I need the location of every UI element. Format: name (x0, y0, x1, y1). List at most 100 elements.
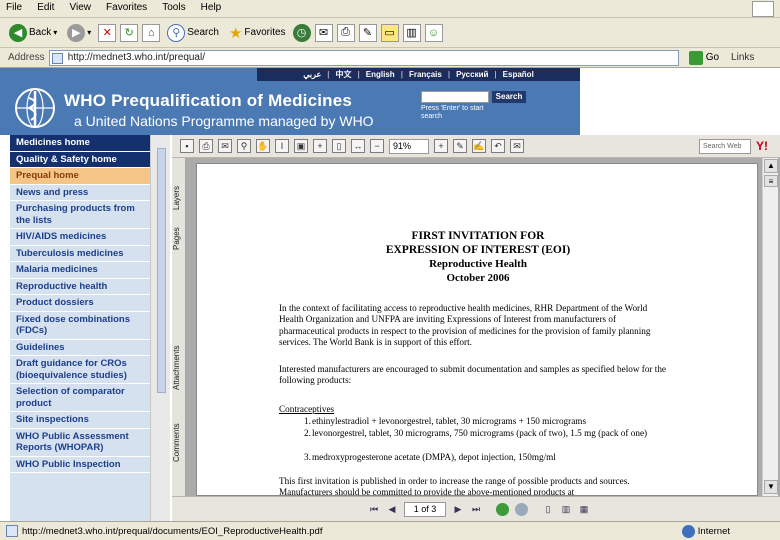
status-bar: http://mednet3.who.int/prequal/documents… (0, 521, 780, 540)
print-pdf-icon[interactable]: ⎙ (199, 139, 213, 153)
page-number-field[interactable]: 1 of 3 (404, 501, 446, 517)
previous-view-icon[interactable] (496, 502, 509, 516)
scroll-thumb[interactable]: ≡ (764, 175, 778, 187)
sidebar-item[interactable]: Reproductive health (10, 279, 150, 295)
sidebar-item[interactable]: Purchasing products from the lists (10, 201, 150, 229)
search-help-text: Press 'Enter' to start search (421, 105, 484, 120)
sign-icon[interactable]: ✍ (472, 139, 486, 153)
continuous-layout-icon[interactable]: ▥ (560, 503, 572, 515)
back-button[interactable]: ◀ Back ▾ (6, 21, 60, 45)
sidebar-item[interactable]: Quality & Safety home (10, 151, 150, 168)
lang-spanish[interactable]: Español (503, 70, 534, 79)
stop-icon[interactable]: ✕ (98, 23, 117, 42)
rotate-icon[interactable]: ↶ (491, 139, 505, 153)
messenger-icon[interactable]: ☺ (424, 23, 443, 42)
sidebar-scroll-thumb[interactable] (157, 148, 166, 393)
sidebar-item[interactable]: HIV/AIDS medicines (10, 229, 150, 246)
next-view-icon[interactable] (515, 502, 528, 516)
page-icon (51, 52, 63, 64)
sidebar-item[interactable]: Fixed dose combinations (FDCs) (10, 312, 150, 340)
zoom-in-icon[interactable]: + (313, 139, 327, 153)
actual-size-icon[interactable]: ▯ (332, 139, 346, 153)
page-layout-icon[interactable]: ▯ (542, 503, 554, 515)
folder-icon[interactable]: ▭ (380, 23, 399, 42)
menu-help[interactable]: Help (195, 0, 228, 15)
site-search-button[interactable]: Search (492, 91, 526, 103)
sidebar-item[interactable]: Selection of comparator product (10, 384, 150, 412)
comment-icon[interactable]: ✉ (510, 139, 524, 153)
sidebar-item[interactable]: WHO Public Assessment Reports (WHOPAR) (10, 429, 150, 457)
sidebar-item[interactable]: Prequal home (10, 168, 150, 185)
doc-section-heading: Contraceptives (279, 404, 335, 414)
yahoo-icon[interactable]: Y! (756, 139, 768, 153)
favorites-button[interactable]: ★ Favorites (226, 21, 289, 45)
zoom-plus-icon[interactable]: + (434, 139, 448, 153)
tab-pages[interactable]: Pages (172, 220, 186, 258)
sidebar-item[interactable]: Tuberculosis medicines (10, 246, 150, 262)
lang-chinese[interactable]: 中文 (336, 69, 352, 80)
history-icon[interactable]: ◷ (292, 23, 311, 42)
who-logo[interactable] (10, 86, 60, 132)
lang-russian[interactable]: Русский (456, 70, 488, 79)
forward-arrow-icon: ▶ (67, 23, 86, 42)
lang-french[interactable]: Français (409, 70, 442, 79)
sidebar-item[interactable]: Product dossiers (10, 295, 150, 312)
back-dropdown-icon[interactable]: ▾ (53, 28, 57, 37)
sidebar-item[interactable]: News and press (10, 185, 150, 201)
tab-comments[interactable]: Comments (172, 420, 186, 466)
refresh-icon[interactable]: ↻ (120, 23, 139, 42)
facing-layout-icon[interactable]: ▦ (578, 503, 590, 515)
research-icon[interactable]: ▥ (402, 23, 421, 42)
scroll-down-icon[interactable]: ▼ (764, 480, 778, 494)
doc-list-text: levonorgestrel, tablet, 30 micrograms, 7… (312, 428, 648, 438)
mail-icon[interactable]: ✉ (314, 23, 333, 42)
forward-button[interactable]: ▶ ▾ (64, 21, 94, 45)
menu-tools[interactable]: Tools (156, 0, 191, 15)
select-text-icon[interactable]: I (275, 139, 289, 153)
menu-favorites[interactable]: Favorites (100, 0, 153, 15)
prev-page-icon[interactable]: ◀ (386, 503, 398, 515)
menu-edit[interactable]: Edit (31, 0, 60, 15)
doc-paragraph-2: Interested manufacturers are encouraged … (279, 364, 667, 386)
forward-dropdown-icon[interactable]: ▾ (87, 28, 91, 37)
sidebar-item[interactable]: Guidelines (10, 340, 150, 356)
save-icon[interactable]: ▪ (180, 139, 194, 153)
lang-english[interactable]: English (366, 70, 395, 79)
menu-file[interactable]: File (0, 0, 28, 15)
back-arrow-icon: ◀ (9, 23, 27, 42)
scroll-up-icon[interactable]: ▲ (764, 159, 778, 173)
hand-tool-icon[interactable]: ✋ (256, 139, 270, 153)
print-icon[interactable]: ⎙ (336, 23, 355, 42)
tab-attachments[interactable]: Attachments (172, 338, 186, 398)
doc-title-line-1: FIRST INVITATION FOR (411, 230, 545, 242)
fit-width-icon[interactable]: ↔ (351, 139, 365, 153)
sidebar-item[interactable]: Site inspections (10, 412, 150, 429)
zoom-level-field[interactable]: 91% (389, 138, 429, 154)
links-button[interactable]: Links (731, 52, 754, 63)
go-button[interactable]: Go (688, 50, 719, 65)
last-page-icon[interactable]: ⏭ (470, 503, 482, 515)
home-icon[interactable]: ⌂ (142, 23, 161, 42)
lang-arabic[interactable]: عربي (303, 70, 321, 79)
sidebar-item[interactable]: Medicines home (10, 135, 150, 152)
sidebar-item[interactable]: Malaria medicines (10, 262, 150, 279)
menu-view[interactable]: View (63, 0, 97, 15)
sidebar-item[interactable]: Draft guidance for CROs (bioequivalence … (10, 356, 150, 384)
site-search-input[interactable] (421, 91, 489, 103)
find-icon[interactable]: ⚲ (237, 139, 251, 153)
pdf-scrollbar[interactable]: ▲ ≡ ▼ (762, 158, 778, 496)
email-icon[interactable]: ✉ (218, 139, 232, 153)
pdf-page-nav: ⏮ ◀ 1 of 3 ▶ ⏭ ▯ ▥ ▦ (172, 496, 780, 521)
sidebar-item[interactable]: WHO Public Inspection (10, 457, 150, 473)
next-page-icon[interactable]: ▶ (452, 503, 464, 515)
address-input[interactable]: http://mednet3.who.int/prequal/ (48, 49, 679, 66)
edit-icon[interactable]: ✎ (358, 23, 377, 42)
first-page-icon[interactable]: ⏮ (368, 503, 380, 515)
doc-list-text: ethinylestradiol + levonorgestrel, table… (312, 416, 587, 426)
zoom-out-icon[interactable]: − (370, 139, 384, 153)
tools-icon[interactable]: ✎ (453, 139, 467, 153)
search-button[interactable]: ⚲ Search (164, 21, 222, 45)
search-web-input[interactable]: Search Web (699, 138, 751, 154)
snapshot-icon[interactable]: ▣ (294, 139, 308, 153)
tab-layers[interactable]: Layers (172, 178, 186, 218)
